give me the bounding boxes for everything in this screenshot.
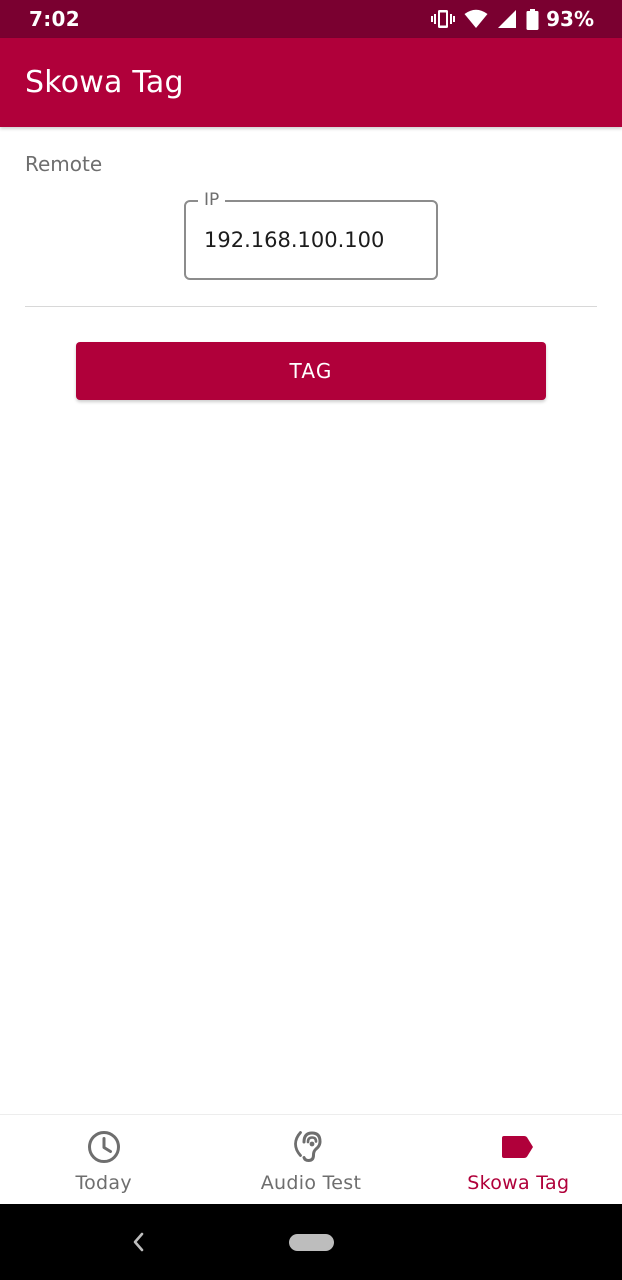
hearing-icon (293, 1129, 329, 1165)
nav-label-today: Today (75, 1172, 132, 1194)
status-bar: 7:02 93% (0, 0, 622, 38)
app-title: Skowa Tag (25, 65, 184, 100)
status-time: 7:02 (29, 7, 80, 31)
nav-item-audio-test[interactable]: Audio Test (207, 1115, 414, 1204)
vibrate-icon (431, 9, 456, 29)
battery-percent: 93% (546, 7, 594, 31)
wifi-icon (464, 9, 488, 29)
remote-section-label: Remote (25, 152, 103, 176)
ip-field-label: IP (198, 190, 226, 210)
bottom-navigation: Today Audio Test Skowa Tag (0, 1114, 622, 1204)
nav-label-skowa-tag: Skowa Tag (467, 1172, 570, 1194)
tag-button[interactable]: TAG (76, 342, 546, 400)
status-icons: 93% (431, 7, 594, 31)
ip-field[interactable]: IP 192.168.100.100 (184, 190, 438, 280)
ip-field-value[interactable]: 192.168.100.100 (204, 228, 384, 252)
screen: 7:02 93% Skowa Tag Remote IP 192.168.100… (0, 0, 622, 1280)
nav-item-skowa-tag[interactable]: Skowa Tag (415, 1115, 622, 1204)
system-navigation-bar (0, 1204, 622, 1280)
nav-label-audio-test: Audio Test (260, 1172, 362, 1194)
divider (25, 306, 597, 307)
home-pill-button[interactable] (289, 1234, 334, 1251)
back-chevron-icon[interactable] (126, 1230, 150, 1254)
nav-item-today[interactable]: Today (0, 1115, 207, 1204)
signal-icon (497, 9, 517, 29)
clock-icon (86, 1129, 122, 1165)
tag-icon (500, 1129, 536, 1165)
battery-icon (526, 8, 539, 30)
app-bar: Skowa Tag (0, 38, 622, 127)
